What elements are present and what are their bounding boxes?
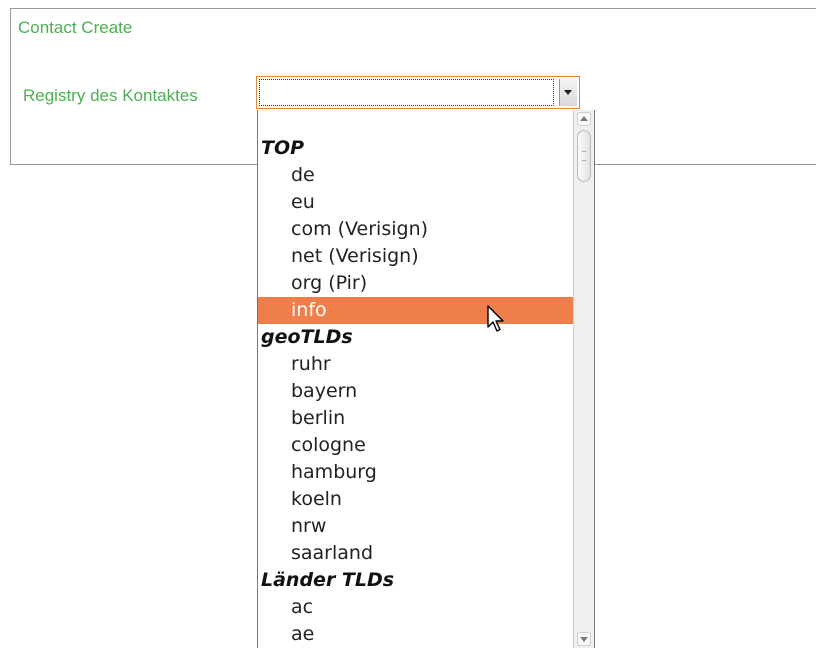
option-net[interactable]: net (Verisign)	[258, 243, 573, 270]
optgroup-laender-tlds: Länder TLDs	[261, 569, 395, 591]
option-hamburg[interactable]: hamburg	[258, 459, 573, 486]
scroll-thumb[interactable]	[577, 130, 591, 182]
option-nrw[interactable]: nrw	[258, 513, 573, 540]
option-ruhr[interactable]: ruhr	[258, 351, 573, 378]
chevron-down-icon[interactable]	[559, 79, 577, 106]
optgroup-top: TOP	[261, 137, 305, 159]
scroll-down-icon[interactable]	[577, 632, 591, 646]
option-berlin[interactable]: berlin	[258, 405, 573, 432]
dropdown-scrollbar[interactable]	[573, 110, 594, 648]
registry-dropdown-list[interactable]: TOP de eu com (Verisign) net (Verisign) …	[257, 110, 595, 648]
option-koeln[interactable]: koeln	[258, 486, 573, 513]
option-saarland[interactable]: saarland	[258, 540, 573, 567]
options-list: TOP de eu com (Verisign) net (Verisign) …	[258, 110, 573, 648]
registry-select[interactable]	[256, 76, 580, 109]
option-ae[interactable]: ae	[258, 621, 573, 648]
option-com[interactable]: com (Verisign)	[258, 216, 573, 243]
option-info[interactable]: info	[258, 297, 573, 324]
registry-field-label: Registry des Kontaktes	[23, 86, 198, 105]
option-org[interactable]: org (Pir)	[258, 270, 573, 297]
scroll-up-icon[interactable]	[577, 112, 591, 126]
option-de[interactable]: de	[258, 162, 573, 189]
option-bayern[interactable]: bayern	[258, 378, 573, 405]
optgroup-geotlds: geoTLDs	[261, 326, 353, 348]
option-ac[interactable]: ac	[258, 594, 573, 621]
option-eu[interactable]: eu	[258, 189, 573, 216]
panel-title: Contact Create	[18, 18, 133, 37]
mouse-cursor-icon	[487, 305, 504, 332]
option-empty[interactable]	[258, 110, 573, 135]
option-cologne[interactable]: cologne	[258, 432, 573, 459]
registry-select-value	[259, 79, 554, 106]
